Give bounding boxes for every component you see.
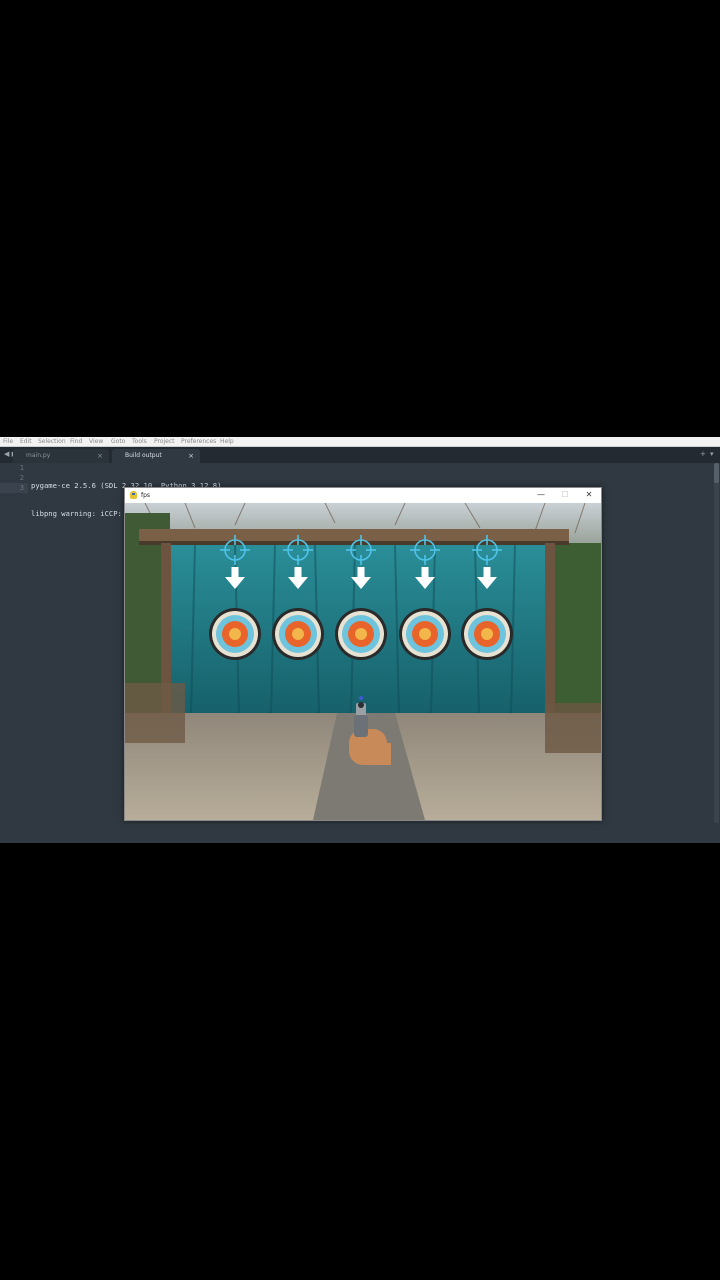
pistol-slide <box>354 715 368 737</box>
menu-find[interactable]: Find <box>70 438 82 445</box>
menu-file[interactable]: File <box>3 438 13 445</box>
tab-close-icon[interactable]: × <box>188 449 194 463</box>
pygame-window: fps — ☐ ✕ <box>124 487 602 821</box>
sleeve <box>375 743 391 765</box>
tab-main-py[interactable]: main.py × <box>13 449 109 463</box>
menu-tools[interactable]: Tools <box>132 438 147 445</box>
line-number: 3 <box>19 484 24 492</box>
scrollbar-thumb[interactable] <box>714 463 719 483</box>
target-bullseye <box>229 628 241 640</box>
target-bullseye <box>481 628 493 640</box>
menu-help[interactable]: Help <box>220 438 234 445</box>
line-number: 1 <box>19 464 24 472</box>
game-canvas[interactable] <box>125 503 601 820</box>
menu-preferences[interactable]: Preferences <box>181 438 216 445</box>
tab-list-chevron-down-icon[interactable]: ▾ <box>710 450 714 458</box>
new-tab-plus-icon[interactable]: + <box>700 450 706 458</box>
shed-roof <box>139 529 569 543</box>
menu-edit[interactable]: Edit <box>20 438 32 445</box>
line-number-gutter: 1 2 3 <box>0 463 24 493</box>
pistol-muzzle <box>358 702 364 708</box>
front-sight-dot <box>359 696 363 700</box>
menu-selection[interactable]: Selection <box>38 438 66 445</box>
target-bullseye <box>292 628 304 640</box>
target-bullseye <box>355 628 367 640</box>
maximize-button[interactable]: ☐ <box>553 488 577 503</box>
tab-label: main.py <box>26 452 51 459</box>
window-title: fps <box>141 492 151 499</box>
vertical-scrollbar[interactable] <box>714 463 719 823</box>
window-titlebar[interactable]: fps — ☐ ✕ <box>125 488 601 503</box>
line-number: 2 <box>19 474 24 482</box>
menu-bar: File Edit Selection Find View Goto Tools… <box>0 437 720 447</box>
menu-view[interactable]: View <box>89 438 103 445</box>
right-brush <box>545 703 601 753</box>
pygame-snake-icon <box>130 491 137 499</box>
menu-project[interactable]: Project <box>154 438 175 445</box>
tab-close-icon[interactable]: × <box>97 449 103 463</box>
right-post <box>545 543 555 713</box>
tab-bar: ◀ ▶ main.py × Build output × + ▾ <box>0 447 720 463</box>
menu-goto[interactable]: Goto <box>111 438 125 445</box>
minimize-button[interactable]: — <box>529 488 553 503</box>
tab-label: Build output <box>125 452 162 459</box>
target-bullseye <box>419 628 431 640</box>
tab-build-output[interactable]: Build output × <box>112 449 200 463</box>
close-button[interactable]: ✕ <box>577 488 601 503</box>
shooting-range-scene <box>125 503 601 820</box>
left-brush <box>125 683 185 743</box>
